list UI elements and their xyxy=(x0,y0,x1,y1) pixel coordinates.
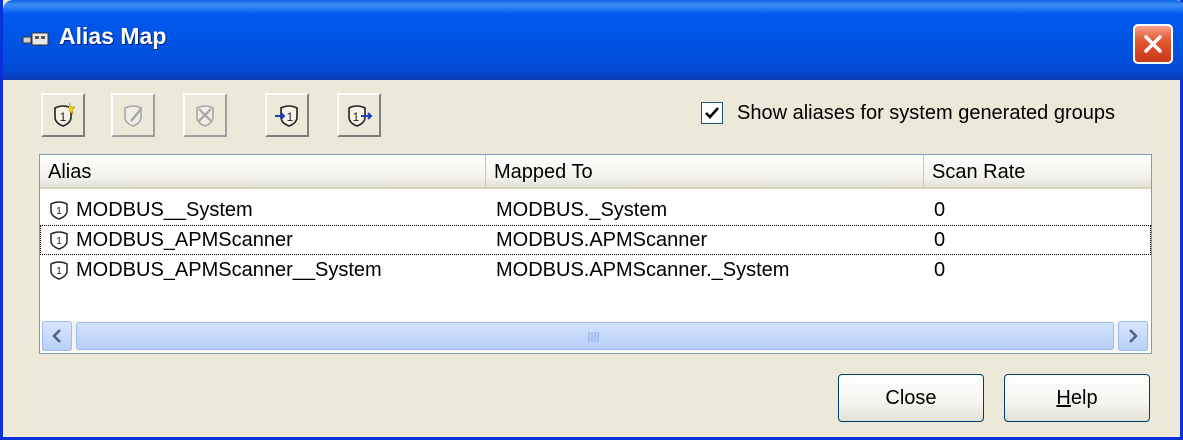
mapped-to-cell: MODBUS._System xyxy=(496,199,668,221)
export-alias-icon: 1 xyxy=(348,105,373,127)
scan-rate-cell: 0 xyxy=(934,199,946,221)
new-alias-icon: 1 xyxy=(54,102,76,127)
delete-alias-button[interactable] xyxy=(183,93,227,137)
show-system-groups-checkbox[interactable] xyxy=(701,102,723,124)
import-alias-button[interactable]: 1 xyxy=(265,93,309,137)
table-row[interactable]: 1 MODBUS_APMScanner__System MODBUS.APMSc… xyxy=(40,255,1151,285)
window-title: Alias Map xyxy=(59,23,167,49)
alias-list[interactable]: Alias Mapped To Scan Rate 1 MODBUS__Syst… xyxy=(39,154,1152,354)
alias-map-window: Alias Map 1 1 1 Show aliases for system … xyxy=(0,0,1183,440)
alias-shield-icon: 1 xyxy=(50,231,68,250)
help-button-label: elp xyxy=(1070,386,1098,409)
alias-cell: MODBUS_APMScanner__System xyxy=(76,259,382,281)
mapped-to-cell: MODBUS.APMScanner xyxy=(496,229,708,251)
show-system-groups-label: Show aliases for system generated groups xyxy=(737,101,1115,124)
alias-shield-icon: 1 xyxy=(50,261,68,280)
close-button[interactable]: Close xyxy=(838,374,984,422)
list-header: Alias Mapped To Scan Rate xyxy=(40,155,1151,189)
column-header-alias[interactable]: Alias xyxy=(40,155,486,189)
delete-alias-icon xyxy=(196,105,214,127)
alias-cell: MODBUS_APMScanner xyxy=(76,229,293,251)
svg-text:1: 1 xyxy=(56,266,62,277)
svg-text:1: 1 xyxy=(56,236,62,247)
alias-shield-icon: 1 xyxy=(50,201,68,220)
import-alias-icon: 1 xyxy=(275,105,298,127)
scroll-right-button[interactable] xyxy=(1118,321,1148,351)
alias-map-app-icon xyxy=(22,32,49,46)
column-header-scan-rate[interactable]: Scan Rate xyxy=(924,155,1151,189)
help-button[interactable]: Help xyxy=(1004,374,1150,422)
svg-text:1: 1 xyxy=(353,110,360,124)
horizontal-scrollbar[interactable] xyxy=(42,321,1149,351)
svg-text:1: 1 xyxy=(60,110,67,124)
column-header-mapped-to[interactable]: Mapped To xyxy=(486,155,924,189)
arrow-left-icon xyxy=(52,329,61,343)
grip-icon xyxy=(588,332,599,342)
edit-alias-button[interactable] xyxy=(111,93,155,137)
help-mnemonic: H xyxy=(1056,386,1071,409)
svg-text:1: 1 xyxy=(287,110,294,124)
show-system-groups-option[interactable]: Show aliases for system generated groups xyxy=(701,101,1115,125)
scrollbar-thumb[interactable] xyxy=(76,322,1114,350)
table-row[interactable]: 1 MODBUS_APMScanner MODBUS.APMScanner 0 xyxy=(40,225,1151,255)
svg-text:1: 1 xyxy=(56,206,62,217)
export-alias-button[interactable]: 1 xyxy=(337,93,381,137)
scan-rate-cell: 0 xyxy=(934,259,946,281)
window-close-button[interactable] xyxy=(1133,24,1173,64)
mapped-to-cell: MODBUS.APMScanner._System xyxy=(496,259,790,281)
close-x-icon xyxy=(1144,35,1162,53)
edit-alias-icon xyxy=(124,105,142,127)
checkmark-icon xyxy=(705,107,719,119)
close-button-label: Close xyxy=(885,386,937,409)
table-row[interactable]: 1 MODBUS__System MODBUS._System 0 xyxy=(40,195,1151,225)
alias-cell: MODBUS__System xyxy=(76,199,253,221)
new-alias-button[interactable]: 1 xyxy=(41,93,85,137)
arrow-right-icon xyxy=(1129,329,1138,343)
scan-rate-cell: 0 xyxy=(934,229,946,251)
scroll-left-button[interactable] xyxy=(42,321,72,351)
title-bar[interactable]: Alias Map xyxy=(3,0,1183,80)
